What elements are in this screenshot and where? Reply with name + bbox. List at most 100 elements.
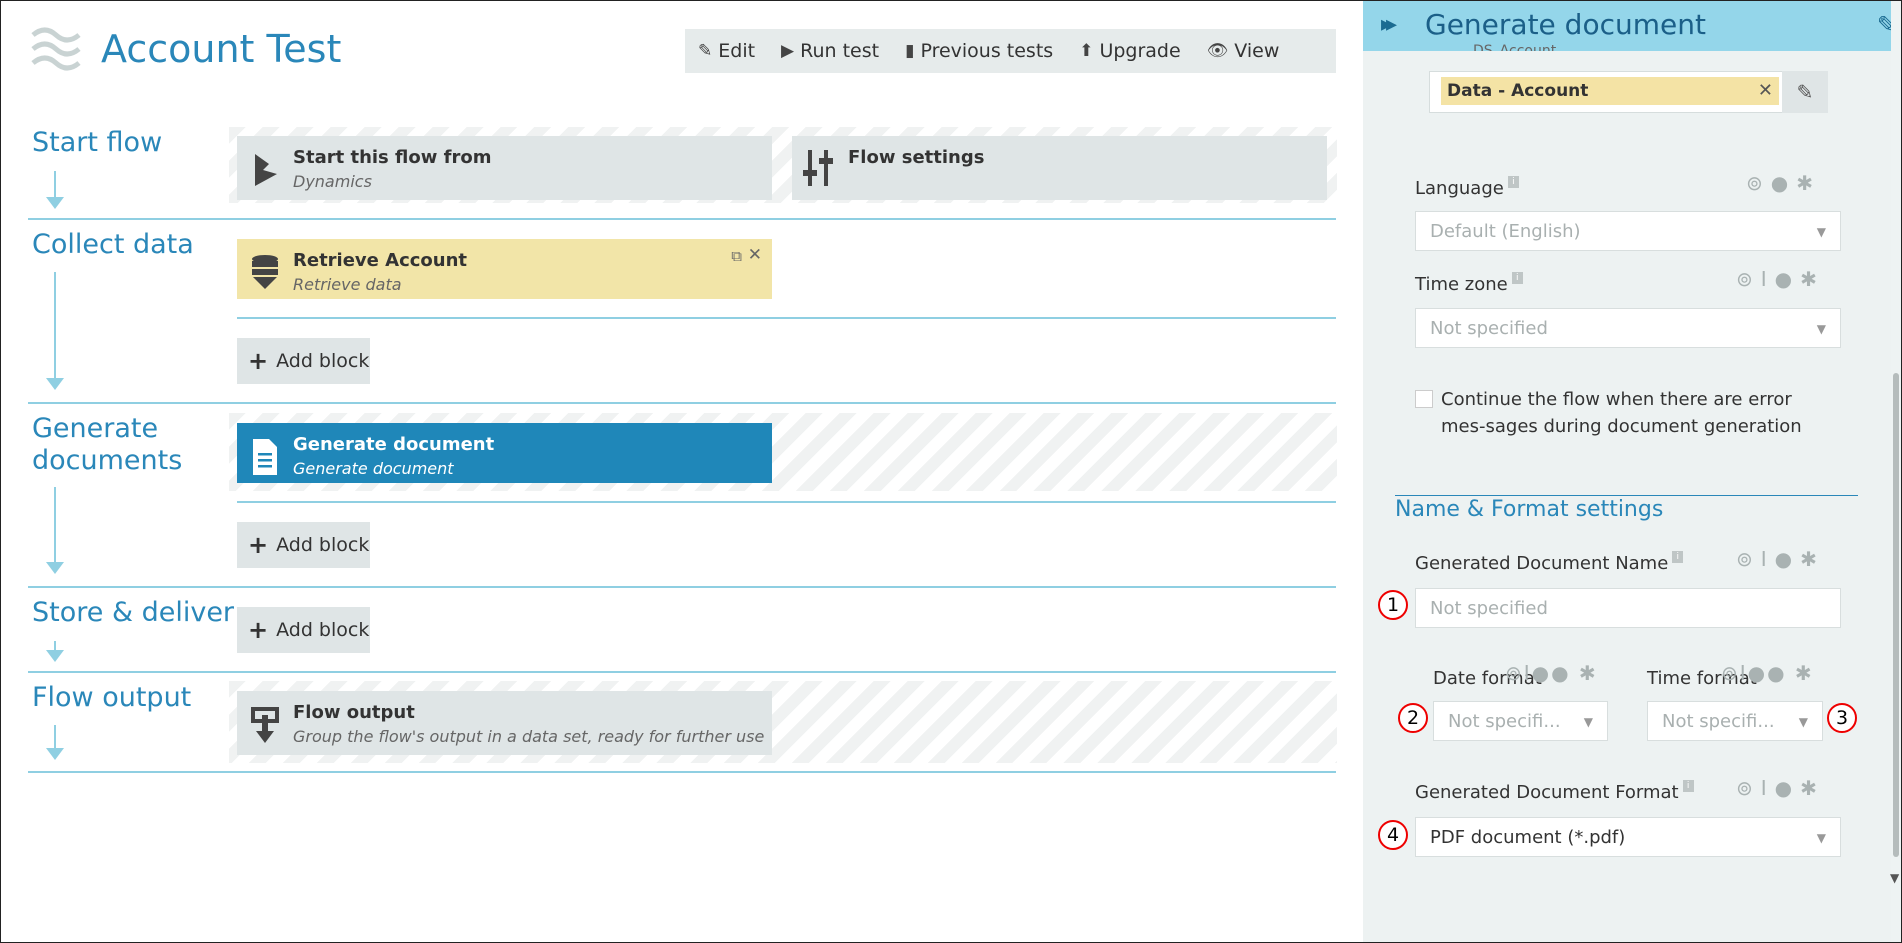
block-subtitle: Retrieve data (293, 275, 402, 294)
language-select[interactable]: Default (English) ▼ (1415, 211, 1841, 251)
section-divider (28, 771, 1336, 773)
time-format-select[interactable]: Not specifi... ▼ (1647, 701, 1823, 741)
eye-icon: 👁 (1206, 41, 1229, 61)
app-window: Account Test ✎ Edit ▶ Run test ▮ Previous t… (0, 0, 1902, 943)
section-divider (28, 671, 1336, 673)
edit-dataset-button[interactable]: ✎ (1782, 71, 1828, 113)
language-label-text: Language (1415, 178, 1504, 199)
plus-icon: + (248, 531, 269, 559)
pencil-icon: ✎ (698, 41, 713, 61)
collapse-panel-icon[interactable]: ▸▸ (1381, 12, 1397, 37)
field-options-icons[interactable]: ⊚I●✱ (1736, 547, 1825, 571)
panel-header: ▸▸ Generate document ✎ (1363, 1, 1901, 51)
section-divider (28, 402, 1336, 404)
pencil-icon: ✎ (1796, 80, 1814, 104)
start-flow-block[interactable]: Start this flow from Dynamics (237, 136, 772, 200)
timezone-label-text: Time zone (1415, 274, 1508, 295)
generate-document-block[interactable]: Generate document Generate document (237, 423, 772, 483)
block-subtitle: Generate document (293, 459, 454, 478)
dataset-tag[interactable]: Data - Account ✕ (1441, 77, 1779, 105)
field-options-icons[interactable]: ⊚I●● ✱ (1505, 661, 1598, 685)
document-icon (253, 439, 277, 475)
flow-arrow (46, 272, 64, 390)
block-title: Retrieve Account (293, 250, 468, 271)
add-block-button[interactable]: + Add block (237, 607, 370, 653)
info-icon[interactable]: i (1507, 176, 1519, 188)
previous-tests-label: Previous tests (920, 40, 1054, 62)
doc-format-label: Generated Document Format i (1415, 780, 1694, 803)
play-icon: ▶ (781, 41, 795, 61)
date-format-value: Not specifi... (1448, 711, 1561, 732)
add-block-label: Add block (276, 619, 370, 641)
add-block-button[interactable]: + Add block (237, 338, 370, 384)
doc-format-select[interactable]: PDF document (*.pdf) ▼ (1415, 817, 1841, 857)
view-button[interactable]: 👁 View (1194, 29, 1293, 73)
database-icon (252, 255, 278, 289)
chevron-down-icon: ▼ (1816, 831, 1826, 845)
edit-label: Edit (718, 40, 756, 62)
close-icon[interactable]: ✕ (748, 245, 762, 265)
block-subtitle: Dynamics (293, 172, 372, 191)
plus-icon: + (248, 347, 269, 375)
field-options-icons[interactable]: ⊚●✱ (1746, 171, 1821, 195)
continue-on-error-checkbox[interactable] (1415, 390, 1433, 408)
doc-name-placeholder: Not specified (1430, 598, 1548, 619)
flow-output-block[interactable]: Flow output Group the flow's output in a… (237, 691, 772, 755)
add-block-label: Add block (276, 534, 370, 556)
field-options-icons[interactable]: ⊚I●✱ (1736, 267, 1825, 291)
remove-tag-icon[interactable]: ✕ (1758, 77, 1773, 105)
chevron-down-icon: ▼ (1798, 715, 1808, 729)
marker-4: 4 (1378, 820, 1408, 850)
copy-icon[interactable]: ⧉ (731, 247, 742, 265)
section-title-collect-data: Collect data (32, 229, 194, 260)
continue-on-error-label[interactable]: Continue the flow when there are error m… (1441, 386, 1831, 440)
add-block-label: Add block (276, 350, 370, 372)
output-icon (251, 707, 279, 743)
language-label: Language i (1415, 176, 1519, 199)
previous-tests-button[interactable]: ▮ Previous tests (892, 29, 1066, 73)
timezone-label: Time zone i (1415, 272, 1523, 295)
dynamics-icon (255, 154, 277, 186)
lane-divider (237, 317, 1336, 319)
info-icon[interactable]: i (1672, 551, 1684, 563)
block-title: Flow output (293, 702, 415, 723)
panel-title: Generate document (1425, 8, 1706, 41)
timezone-value: Not specified (1430, 318, 1548, 339)
field-options-icons[interactable]: ⊚I●● ✱ (1721, 661, 1814, 685)
view-label: View (1234, 40, 1280, 62)
app-logo-icon (31, 27, 81, 71)
date-format-select[interactable]: Not specifi... ▼ (1433, 701, 1608, 741)
flow-arrow (46, 487, 64, 574)
timezone-select[interactable]: Not specified ▼ (1415, 308, 1841, 348)
doc-name-label-text: Generated Document Name (1415, 553, 1669, 574)
doc-name-input[interactable]: Not specified (1415, 588, 1841, 628)
panel-scrollbar-thumb[interactable] (1893, 373, 1899, 857)
add-block-button[interactable]: + Add block (237, 522, 370, 568)
block-title: Start this flow from (293, 147, 492, 168)
section-title-generate-documents: Generate documents (32, 413, 183, 476)
dataset-field-label: DS_Account (1473, 43, 1557, 51)
run-test-button[interactable]: ▶ Run test (768, 29, 892, 73)
flow-arrow (46, 725, 64, 760)
chevron-down-icon: ▼ (1583, 715, 1593, 729)
upgrade-button[interactable]: ⬆ Upgrade (1066, 29, 1193, 73)
info-icon[interactable]: i (1511, 272, 1523, 284)
block-subtitle: Group the flow's output in a data set, r… (293, 727, 765, 746)
marker-1: 1 (1378, 590, 1408, 620)
language-value: Default (English) (1430, 221, 1581, 242)
section-divider (28, 586, 1336, 588)
marker-3: 3 (1827, 703, 1857, 733)
flow-settings-block[interactable]: Flow settings (792, 136, 1327, 200)
edit-button[interactable]: ✎ Edit (685, 29, 768, 73)
field-options-icons[interactable]: ⊚I●✱ (1736, 776, 1825, 800)
dataset-tag-label: Data - Account (1447, 81, 1589, 101)
time-format-value: Not specifi... (1662, 711, 1775, 732)
chevron-down-icon: ▼ (1816, 225, 1826, 239)
section-divider (28, 218, 1336, 220)
upload-icon: ⬆ (1079, 41, 1094, 61)
section-title-start-flow: Start flow (32, 127, 163, 158)
marker-2: 2 (1398, 703, 1428, 733)
scroll-down-icon[interactable]: ▼ (1890, 871, 1899, 885)
retrieve-account-block[interactable]: Retrieve Account Retrieve data ⧉ ✕ (237, 239, 772, 299)
info-icon[interactable]: i (1682, 780, 1694, 792)
